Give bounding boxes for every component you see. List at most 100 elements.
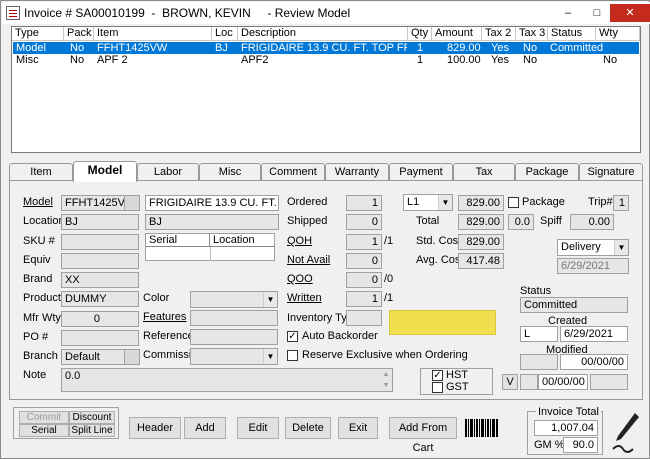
reserve-exclusive-checkbox[interactable]: [287, 350, 298, 361]
package-checkbox[interactable]: [508, 197, 519, 208]
col-header-wty[interactable]: Wty: [596, 27, 640, 41]
tab-misc[interactable]: Misc: [199, 163, 261, 181]
signature-pen-icon[interactable]: [611, 409, 641, 455]
tab-warranty[interactable]: Warranty: [325, 163, 389, 181]
status-label: Status: [520, 285, 552, 297]
reference-label: Reference: [143, 330, 194, 342]
discount-button[interactable]: Discount: [69, 411, 115, 424]
add-button[interactable]: Add: [184, 417, 226, 439]
col-header-tax3[interactable]: Tax 3: [516, 27, 548, 41]
tab-comment[interactable]: Comment: [261, 163, 325, 181]
gst-checkbox[interactable]: [432, 382, 443, 393]
edit-button[interactable]: Edit: [237, 417, 279, 439]
ordered-field[interactable]: 1: [346, 195, 382, 211]
price-field[interactable]: 829.00: [458, 195, 504, 211]
model-tab-panel: Model FFHT1425VW FRIGIDAIRE 13.9 CU. FT.…: [9, 180, 643, 400]
commit-button[interactable]: Commit: [19, 411, 69, 424]
tab-tax[interactable]: Tax: [453, 163, 515, 181]
serial-button[interactable]: Serial: [19, 424, 69, 437]
spiff-field[interactable]: 0.00: [570, 214, 614, 230]
po-field[interactable]: [61, 330, 139, 346]
color-dropdown[interactable]: ▼: [190, 291, 278, 308]
tab-package[interactable]: Package: [515, 163, 579, 181]
exit-button[interactable]: Exit: [338, 417, 378, 439]
model-description-field[interactable]: FRIGIDAIRE 13.9 CU. FT. TOP FR: [145, 195, 279, 211]
col-header-pack[interactable]: Pack: [64, 27, 94, 41]
mfr-wty-field[interactable]: 0: [61, 311, 139, 327]
trip-field[interactable]: 1: [613, 195, 629, 211]
product-label: Product: [23, 292, 61, 304]
table-row[interactable]: Misc No APF 2 APF2 1 100.00 Yes No No: [13, 54, 639, 66]
branch-lookup-button[interactable]: [124, 349, 140, 365]
model-lookup-button[interactable]: [124, 195, 140, 211]
barcode-icon[interactable]: [463, 417, 501, 439]
serial-table[interactable]: Serial Location: [145, 233, 275, 261]
cell-description: APF2: [241, 54, 269, 66]
col-header-loc[interactable]: Loc: [212, 27, 238, 41]
avg-cost-field: 417.48: [458, 253, 504, 269]
sku-field[interactable]: [61, 234, 139, 250]
cell-loc: BJ: [215, 42, 228, 54]
cell-wty: No: [603, 54, 618, 66]
col-header-qty[interactable]: Qty: [408, 27, 432, 41]
price-level-dropdown[interactable]: L1 ▼: [403, 194, 453, 211]
cell-tax3: No: [523, 54, 538, 66]
title-bar: Invoice # SA00010199 - BROWN, KEVIN - Re…: [2, 2, 650, 24]
col-header-description[interactable]: Description: [238, 27, 408, 41]
equiv-field[interactable]: [61, 253, 139, 269]
table-row[interactable]: Model No FFHT1425VW BJ FRIGIDAIRE 13.9 C…: [13, 42, 639, 54]
serial-column-header: Serial: [146, 234, 210, 247]
qoh-label: QOH: [287, 235, 313, 247]
tab-labor[interactable]: Labor: [137, 163, 199, 181]
note-field[interactable]: 0.0: [61, 368, 393, 392]
model-label: Model: [23, 196, 53, 208]
po-label: PO #: [23, 331, 49, 343]
col-header-status[interactable]: Status: [548, 27, 596, 41]
delivery-dropdown[interactable]: Delivery ▼: [557, 239, 629, 256]
header-button[interactable]: Header: [129, 417, 181, 439]
note-label: Note: [23, 369, 47, 381]
written-suffix: /1: [384, 292, 394, 304]
add-from-cart-button[interactable]: Add From Cart: [389, 417, 457, 454]
shipped-field[interactable]: 0: [346, 214, 382, 230]
tab-model[interactable]: Model: [73, 161, 137, 182]
reference-field[interactable]: [190, 329, 278, 345]
minimize-button[interactable]: –: [554, 4, 582, 22]
line-items-list[interactable]: Type Pack Item Loc Description Qty Amoun…: [11, 26, 641, 153]
qoh-suffix: /1: [384, 235, 394, 247]
tab-payment[interactable]: Payment: [389, 163, 453, 181]
maximize-button[interactable]: □: [583, 4, 611, 22]
tab-signature[interactable]: Signature: [579, 163, 643, 181]
cell-amount: 829.00: [447, 42, 481, 54]
close-button[interactable]: ✕: [610, 4, 650, 22]
note-scroll-arrows-icon[interactable]: ▲ ▼: [380, 369, 392, 391]
brand-field[interactable]: XX: [61, 272, 139, 288]
v-button[interactable]: V: [502, 374, 518, 390]
delete-button[interactable]: Delete: [285, 417, 331, 439]
qoh-field: 1: [346, 234, 382, 250]
cell-type: Model: [16, 42, 46, 54]
auto-backorder-checkbox[interactable]: ✓: [287, 331, 298, 342]
split-line-button[interactable]: Split Line: [69, 424, 115, 437]
shipped-label: Shipped: [287, 215, 328, 227]
tab-item[interactable]: Item: [9, 163, 73, 181]
col-header-tax2[interactable]: Tax 2: [482, 27, 516, 41]
product-field[interactable]: DUMMY: [61, 291, 139, 307]
col-header-item[interactable]: Item: [94, 27, 212, 41]
delivery-date-field[interactable]: 6/29/2021: [557, 258, 629, 274]
gst-label: GST: [446, 381, 469, 393]
hst-checkbox[interactable]: ✓: [432, 370, 443, 381]
cell-tax2: Yes: [491, 54, 509, 66]
col-header-type[interactable]: Type: [12, 27, 64, 41]
hst-label: HST: [446, 369, 468, 381]
cell-qty: 1: [417, 54, 424, 66]
cell-type: Misc: [16, 54, 39, 66]
branch-label: Branch: [23, 350, 58, 362]
col-header-amount[interactable]: Amount: [432, 27, 482, 41]
inventory-type-field[interactable]: [346, 310, 382, 326]
delivery-value: Delivery: [561, 241, 601, 253]
location-field[interactable]: BJ: [61, 214, 139, 230]
features-field[interactable]: [190, 310, 278, 326]
chevron-down-icon: ▼: [614, 240, 628, 255]
commission-dropdown[interactable]: ▼: [190, 348, 278, 365]
